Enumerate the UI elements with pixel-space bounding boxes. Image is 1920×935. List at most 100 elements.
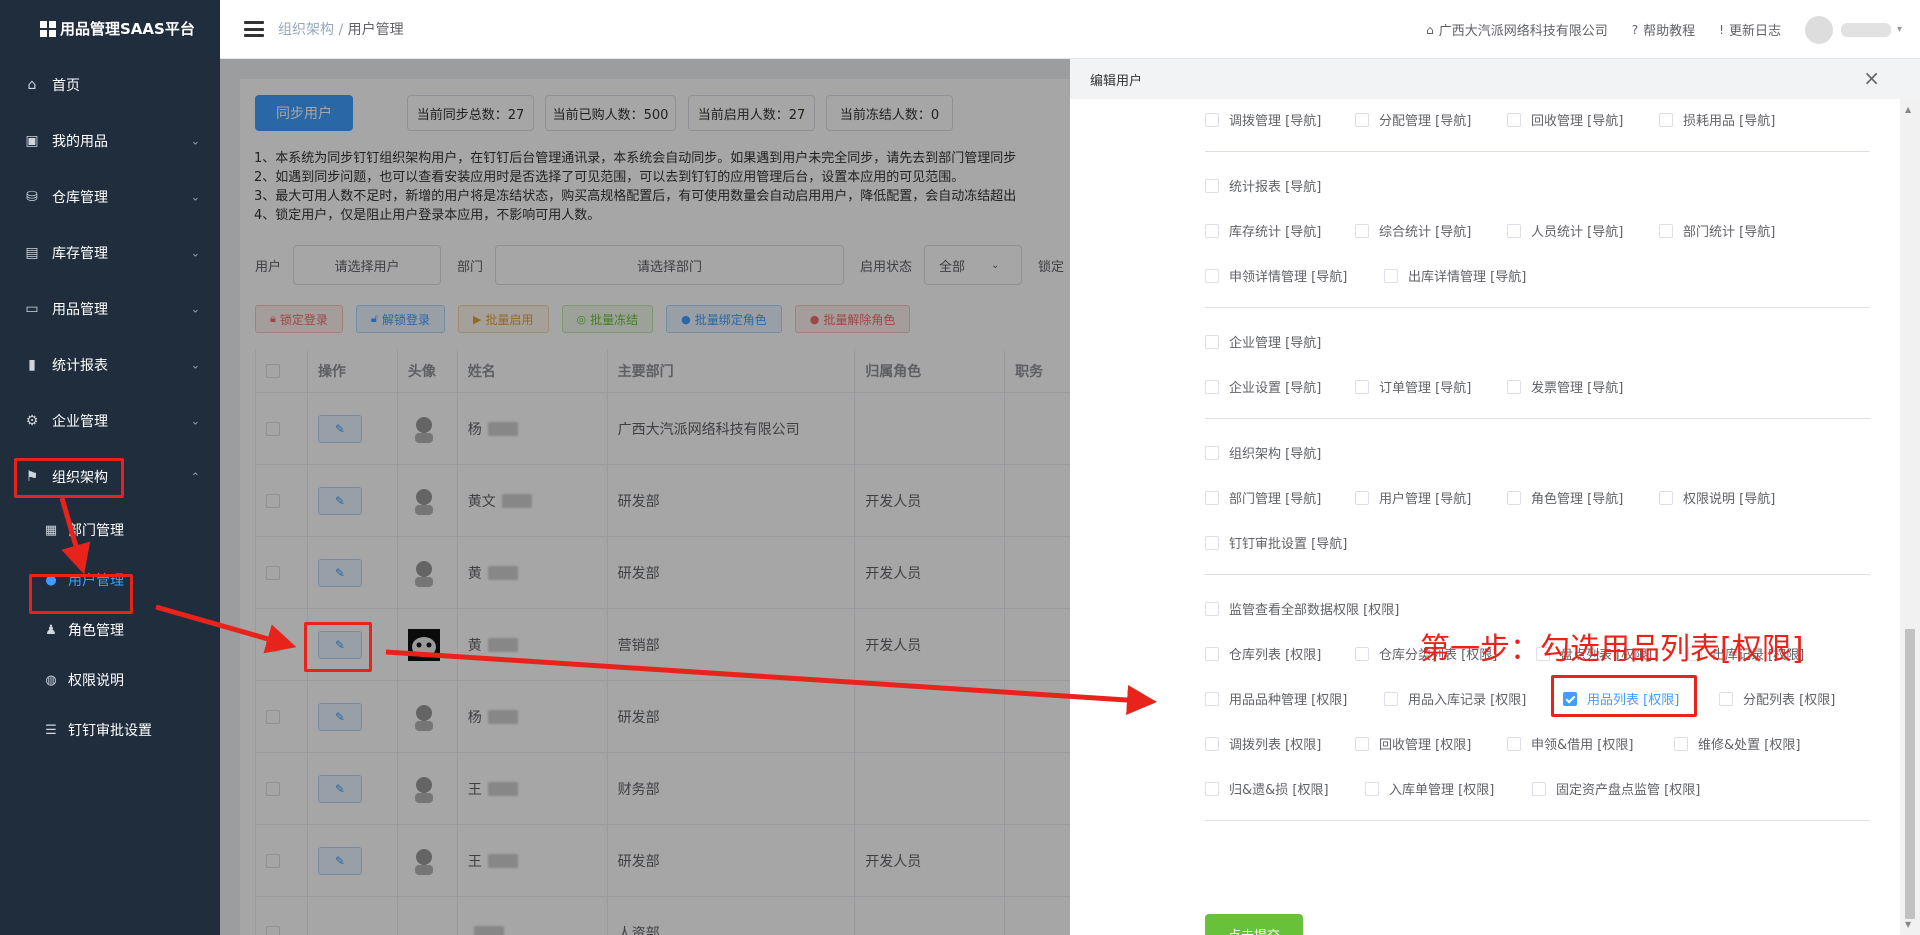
checkbox[interactable] [1719,691,1733,706]
company-link[interactable]: ⌂ 广西大汽派网络科技有限公司 [1426,20,1608,40]
checkbox[interactable] [1674,736,1688,751]
checkbox[interactable] [1507,736,1521,751]
chevron-down-icon[interactable]: ▾ [1897,24,1902,35]
perm-checkbox[interactable]: 分配列表 [权限] [1719,689,1835,708]
checkbox[interactable] [1205,112,1219,127]
perm-checkbox[interactable]: 损耗用品 [导航] [1659,110,1775,129]
close-icon[interactable]: × [1863,67,1880,89]
perm-checkbox[interactable]: 组织架构 [导航] [1205,443,1321,462]
perm-checkbox[interactable]: 归&遗&损 [权限] [1205,779,1329,798]
perm-checkbox[interactable]: 回收管理 [权限] [1355,734,1471,753]
perm-checkbox[interactable]: 用品入库记录 [权限] [1384,689,1526,708]
checkbox[interactable] [1355,490,1369,505]
checkbox[interactable] [1507,112,1521,127]
perm-checkbox[interactable]: 人员统计 [导航] [1507,221,1623,240]
perm-checkbox[interactable]: 发票管理 [导航] [1507,377,1623,396]
checkbox[interactable] [1205,691,1219,706]
sidebar-item-reports[interactable]: ▮ 统计报表 ⌄ [0,337,220,393]
perm-checkbox[interactable]: 回收管理 [导航] [1507,110,1623,129]
perm-checkbox[interactable]: 部门统计 [导航] [1659,221,1775,240]
checkbox[interactable] [1205,445,1219,460]
brand: 用品管理SAAS平台 [0,0,220,57]
user-menu[interactable] [1840,22,1891,37]
sidebar-item-departments[interactable]: ▦ 部门管理 [0,505,220,555]
checkbox[interactable] [1205,268,1219,283]
sidebar-item-dingtalk-approval[interactable]: ☰ 钉钉审批设置 [0,705,220,755]
perm-checkbox[interactable]: 综合统计 [导航] [1355,221,1471,240]
sidebar-item-home[interactable]: ⌂ 首页 [0,57,220,113]
perm-checkbox[interactable]: 权限说明 [导航] [1659,488,1775,507]
perm-checkbox[interactable]: 角色管理 [导航] [1507,488,1623,507]
sidebar-item-enterprise[interactable]: ⚙ 企业管理 ⌄ [0,393,220,449]
checkbox[interactable] [1659,490,1673,505]
perm-checkbox[interactable]: 企业管理 [导航] [1205,332,1321,351]
perm-checkbox[interactable]: 调拨管理 [导航] [1205,110,1321,129]
drawer-scrollbar[interactable]: ▲ ▼ [1900,99,1920,935]
perm-checkbox[interactable]: 分配管理 [导航] [1355,110,1471,129]
checkbox[interactable] [1355,223,1369,238]
checkbox[interactable] [1384,691,1398,706]
sidebar-item-warehouse[interactable]: ⛁ 仓库管理 ⌄ [0,169,220,225]
perm-checkbox[interactable]: 部门管理 [导航] [1205,488,1321,507]
sidebar-item-permissions[interactable]: ◍ 权限说明 [0,655,220,705]
checkbox[interactable] [1205,379,1219,394]
perm-checkbox[interactable]: 入库单管理 [权限] [1365,779,1494,798]
checkbox[interactable] [1205,601,1219,616]
perm-checkbox[interactable]: 维修&处置 [权限] [1674,734,1800,753]
perm-checkbox[interactable]: 用品品种管理 [权限] [1205,689,1347,708]
checkbox[interactable] [1365,781,1379,796]
hamburger-icon[interactable] [244,21,264,37]
perm-checkbox[interactable]: 调拨列表 [权限] [1205,734,1321,753]
sidebar-item-inventory[interactable]: ▤ 库存管理 ⌄ [0,225,220,281]
perm-checkbox[interactable]: 钉钉审批设置 [导航] [1205,533,1347,552]
perm-checkbox[interactable]: 仓库列表 [权限] [1205,644,1321,663]
checkbox[interactable] [1659,223,1673,238]
checkbox[interactable] [1384,268,1398,283]
perm-checkbox[interactable]: 申领&借用 [权限] [1507,734,1633,753]
checkbox[interactable] [1355,736,1369,751]
checkbox[interactable] [1659,112,1673,127]
submit-button[interactable]: 点击提交 [1205,914,1303,935]
changelog-link[interactable]: ! 更新日志 [1719,20,1781,40]
drawer-header: 编辑用户 × [1070,59,1920,99]
scroll-down-icon[interactable]: ▼ [1905,920,1911,929]
avatar[interactable] [1804,15,1833,44]
sidebar-item-supplies[interactable]: ▭ 用品管理 ⌄ [0,281,220,337]
checkbox[interactable] [1532,781,1546,796]
perm-label: 用品品种管理 [权限] [1229,693,1348,708]
checkbox[interactable] [1205,178,1219,193]
role-icon: ♟ [45,622,57,638]
checkbox[interactable] [1205,781,1219,796]
scroll-up-icon[interactable]: ▲ [1905,105,1911,114]
perm-checkbox[interactable]: 用户管理 [导航] [1355,488,1471,507]
sidebar-item-my-items[interactable]: ▣ 我的用品 ⌄ [0,113,220,169]
checkbox[interactable] [1355,112,1369,127]
checkbox[interactable] [1507,223,1521,238]
perm-checkbox[interactable]: 库存统计 [导航] [1205,221,1321,240]
breadcrumb-current: 用户管理 [347,22,404,38]
checkbox[interactable] [1205,646,1219,661]
perm-checkbox[interactable]: 固定资产盘点监管 [权限] [1532,779,1700,798]
perm-checkbox[interactable]: 企业设置 [导航] [1205,377,1321,396]
checkbox[interactable] [1205,490,1219,505]
perm-checkbox[interactable]: 申领详情管理 [导航] [1205,266,1347,285]
sidebar-item-label: 用品管理 [52,302,108,318]
edit-user-drawer: 编辑用户 × 调拨管理 [导航] 分配管理 [导航] 回收管理 [导航] 损耗用… [1070,59,1920,935]
checkbox[interactable] [1355,379,1369,394]
checkbox[interactable] [1205,736,1219,751]
checkbox[interactable] [1507,490,1521,505]
scrollbar-thumb[interactable] [1905,629,1915,919]
checkbox[interactable] [1205,334,1219,349]
help-link[interactable]: ? 帮助教程 [1632,20,1695,40]
annotation-box-org-menu [14,458,124,498]
checkbox[interactable] [1205,223,1219,238]
checkbox[interactable] [1355,646,1369,661]
perm-checkbox[interactable]: 出库详情管理 [导航] [1384,266,1526,285]
checkbox[interactable] [1507,379,1521,394]
perm-checkbox[interactable]: 统计报表 [导航] [1205,176,1321,195]
perm-checkbox[interactable]: 监管查看全部数据权限 [权限] [1205,599,1399,618]
breadcrumb-parent[interactable]: 组织架构 [278,22,334,38]
sidebar-item-label: 部门管理 [68,523,124,539]
perm-checkbox[interactable]: 订单管理 [导航] [1355,377,1471,396]
checkbox[interactable] [1205,535,1219,550]
